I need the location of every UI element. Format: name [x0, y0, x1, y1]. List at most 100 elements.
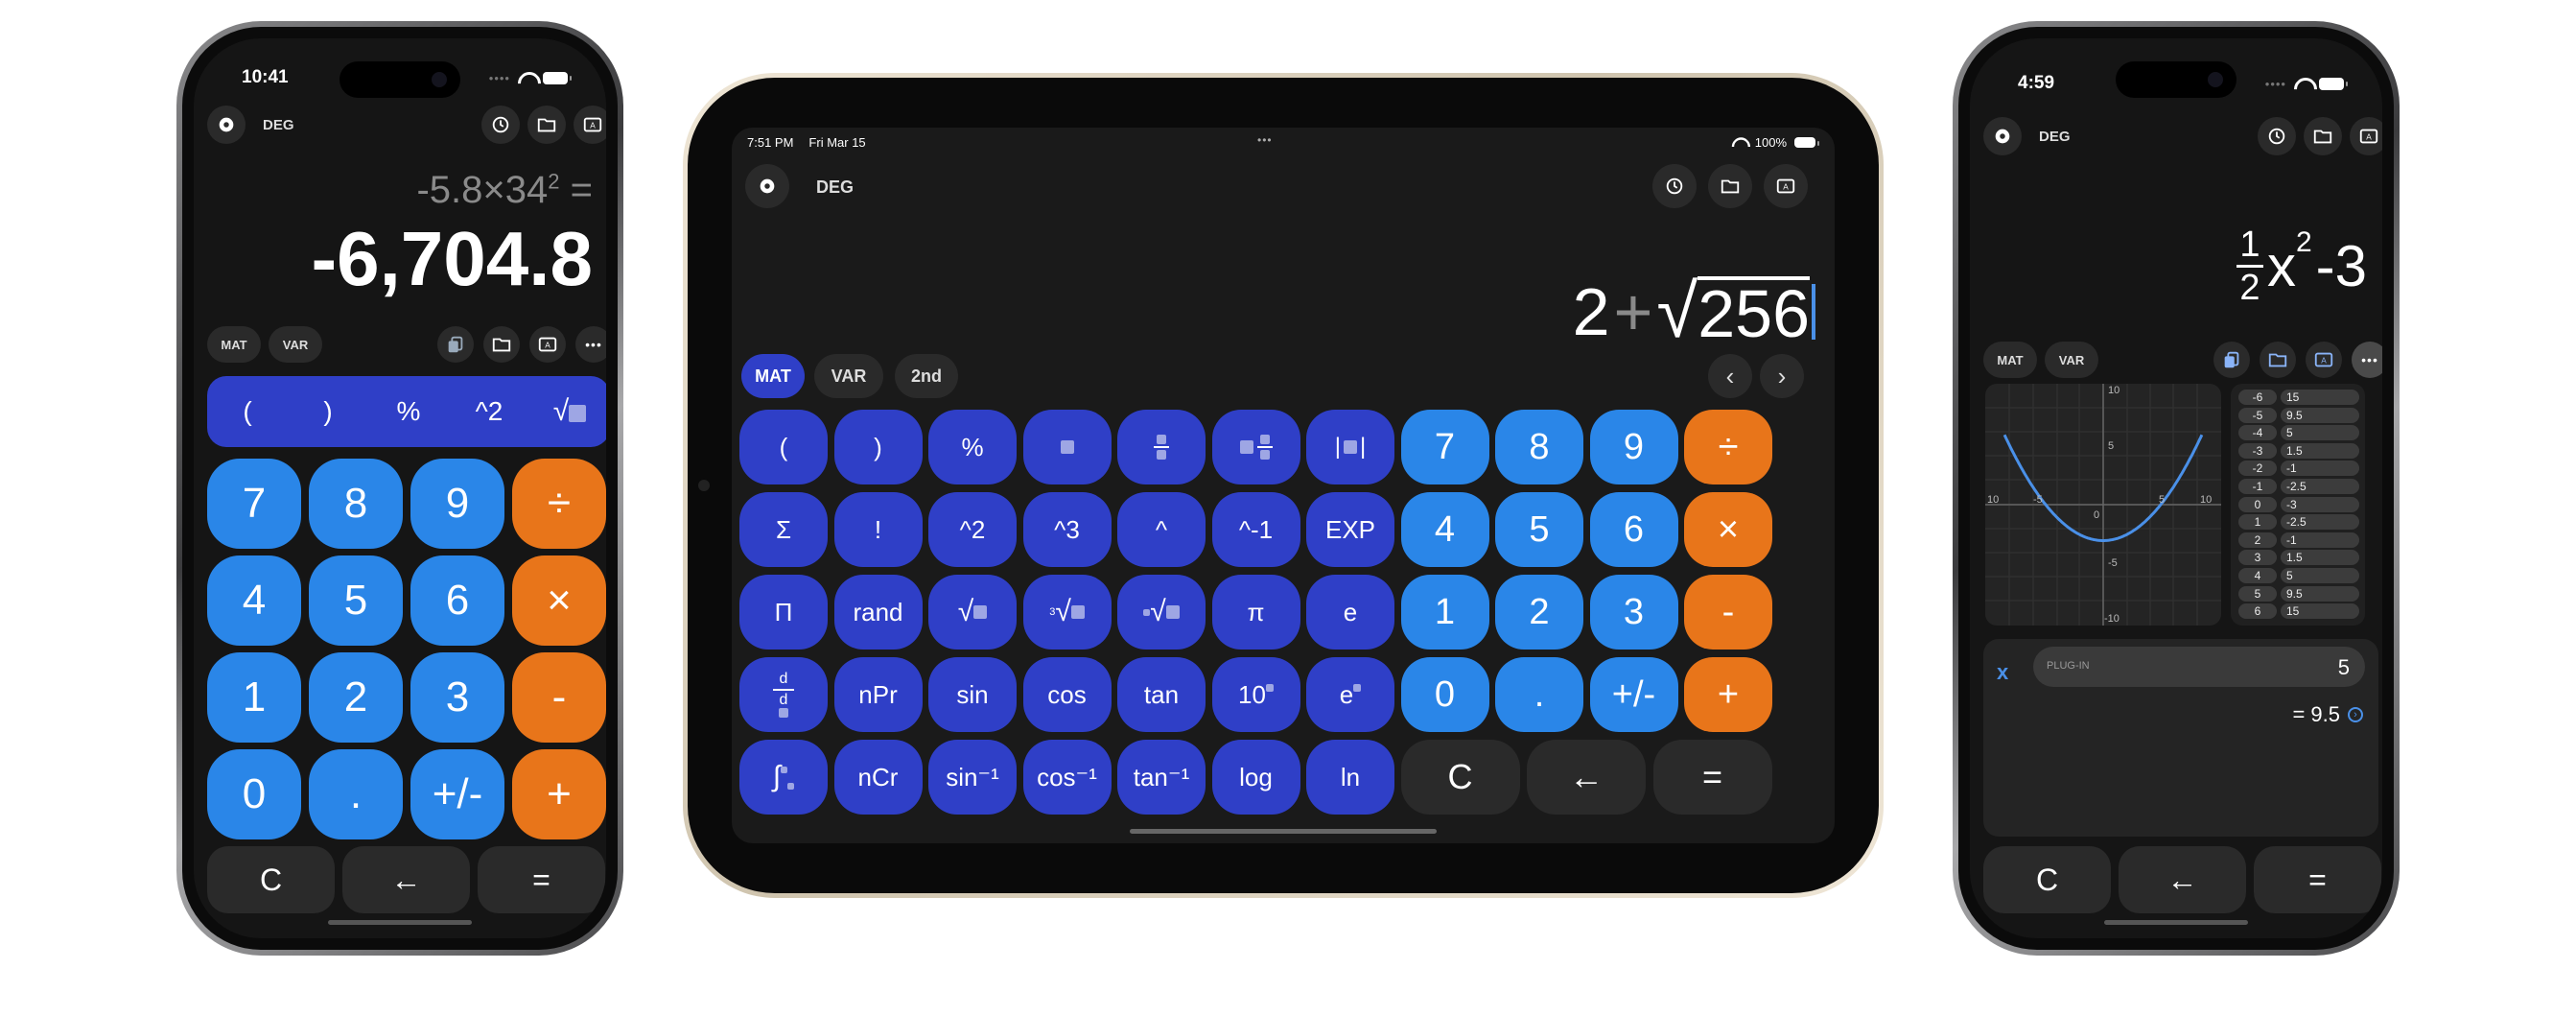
key-8[interactable]: 8	[1495, 410, 1583, 484]
key-tan[interactable]: tan	[1117, 657, 1206, 732]
key-6[interactable]: 6	[410, 555, 504, 646]
key-exp[interactable]: EXP	[1306, 492, 1394, 567]
key-e[interactable]: e	[1306, 575, 1394, 650]
open-folder-button[interactable]	[483, 326, 520, 363]
key-negate[interactable]: +/-	[1589, 657, 1678, 732]
var-button[interactable]: VAR	[814, 354, 883, 398]
key-5[interactable]: 5	[309, 555, 403, 646]
text-button[interactable]: A	[2306, 342, 2342, 378]
mat-button[interactable]: MAT	[207, 326, 261, 363]
key-4[interactable]: 4	[1400, 492, 1489, 567]
key-2[interactable]: 2	[309, 652, 403, 743]
settings-button[interactable]	[745, 164, 789, 208]
key-multiply[interactable]: ×	[1684, 492, 1772, 567]
key-minus[interactable]: -	[1684, 575, 1772, 650]
key-pi[interactable]: π	[1211, 575, 1300, 650]
key-1[interactable]: ^-1	[1211, 492, 1300, 567]
clear-button[interactable]: C	[1400, 740, 1520, 815]
value-table[interactable]: -6 15 -5 9.5 -4 5 -3 1.5 -2 -1 -1 -2.5 0 -3 1 -2.5 2 -1 3 1…	[2231, 384, 2365, 626]
key-1[interactable]: 1	[207, 652, 301, 743]
key-op-3[interactable]: +	[512, 749, 606, 839]
key-8[interactable]: 8	[309, 459, 403, 549]
key-cos[interactable]: cos⁻¹	[1022, 740, 1112, 815]
key-1[interactable]: 1	[1400, 575, 1489, 650]
key-6[interactable]: 6	[1589, 492, 1678, 567]
angle-mode[interactable]: DEG	[263, 117, 294, 133]
keyboard-mode-button[interactable]: A	[1764, 164, 1808, 208]
history-button[interactable]	[2258, 117, 2296, 155]
key-close-paren[interactable]: )	[288, 376, 368, 447]
key-percent[interactable]: %	[928, 410, 1017, 484]
history-button[interactable]	[481, 106, 520, 144]
key-percent[interactable]: %	[368, 376, 449, 447]
key-9[interactable]: 9	[1589, 410, 1678, 484]
backspace-button[interactable]: ←	[2119, 846, 2246, 913]
key-rand[interactable]: rand	[833, 575, 923, 650]
key-0[interactable]: 0	[207, 749, 301, 839]
key-[interactable]: .	[309, 749, 403, 839]
multitasking-dots[interactable]: •••	[1257, 133, 1273, 147]
key-absolute-value[interactable]: | |	[1306, 410, 1394, 484]
angle-mode[interactable]: DEG	[816, 177, 854, 198]
keyboard-mode-button[interactable]: A	[2350, 117, 2382, 155]
folder-button[interactable]	[2304, 117, 2342, 155]
key-op-2[interactable]: -	[512, 652, 606, 743]
cursor-left-button[interactable]: ‹	[1708, 354, 1752, 398]
key-op-0[interactable]: ÷	[512, 459, 606, 549]
folder-button[interactable]	[527, 106, 566, 144]
key-open-paren[interactable]: (	[739, 410, 828, 484]
copy-button[interactable]	[2213, 342, 2250, 378]
key-9[interactable]: 9	[410, 459, 504, 549]
var-button[interactable]: VAR	[269, 326, 322, 363]
mat-button[interactable]: MAT	[741, 354, 805, 398]
key-mixed-fraction[interactable]	[1211, 410, 1300, 484]
function-graph[interactable]: 10 5 0 -5 -10 10 -5 5 10	[1985, 384, 2221, 626]
clear-button[interactable]: C	[207, 846, 335, 913]
key-factorial[interactable]: !	[833, 492, 923, 567]
key-op-1[interactable]: ×	[512, 555, 606, 646]
key-open-paren[interactable]: (	[207, 376, 288, 447]
text-button[interactable]: A	[529, 326, 566, 363]
key-product[interactable]: Π	[739, 575, 828, 650]
key-5[interactable]: 5	[1495, 492, 1583, 567]
key-[interactable]: ^	[1117, 492, 1206, 567]
angle-mode[interactable]: DEG	[2039, 129, 2071, 145]
clear-button[interactable]: C	[1983, 846, 2111, 913]
key-ln[interactable]: ln	[1306, 740, 1394, 815]
key-7[interactable]: 7	[207, 459, 301, 549]
key-sin[interactable]: sin	[928, 657, 1017, 732]
key-nth-root[interactable]: √	[1117, 575, 1206, 650]
copy-button[interactable]	[437, 326, 474, 363]
backspace-button[interactable]: ←	[1527, 740, 1646, 815]
key-3[interactable]: 3	[410, 652, 504, 743]
more-button[interactable]: •••	[575, 326, 606, 363]
more-button[interactable]: •••	[2352, 342, 2382, 378]
key-4[interactable]: 4	[207, 555, 301, 646]
equals-button[interactable]: =	[478, 846, 605, 913]
settings-button[interactable]	[207, 106, 246, 144]
key-ten-power[interactable]: 10	[1211, 657, 1300, 732]
key-cube-root[interactable]: 3 √	[1022, 575, 1112, 650]
key-2[interactable]: ^2	[928, 492, 1017, 567]
equals-button[interactable]: =	[2254, 846, 2381, 913]
backspace-button[interactable]: ←	[342, 846, 470, 913]
key-2[interactable]: 2	[1495, 575, 1583, 650]
key-tan[interactable]: tan⁻¹	[1117, 740, 1206, 815]
key-close-paren[interactable]: )	[833, 410, 923, 484]
key-sin[interactable]: sin⁻¹	[928, 740, 1017, 815]
key-ncr[interactable]: nCr	[833, 740, 923, 815]
key-square[interactable]: ^2	[449, 376, 529, 447]
open-folder-button[interactable]	[2260, 342, 2296, 378]
key-decimal[interactable]: .	[1495, 657, 1583, 732]
key-sqrt[interactable]: √	[529, 376, 606, 447]
second-button[interactable]: 2nd	[895, 354, 958, 398]
key-sqrt[interactable]: √	[928, 575, 1017, 650]
settings-button[interactable]	[1983, 117, 2022, 155]
cursor-right-button[interactable]: ›	[1760, 354, 1804, 398]
key-[interactable]: +/-	[410, 749, 504, 839]
key-divide[interactable]: ÷	[1684, 410, 1772, 484]
key-log[interactable]: log	[1211, 740, 1300, 815]
key-0[interactable]: 0	[1400, 657, 1489, 732]
key-3[interactable]: 3	[1589, 575, 1678, 650]
keyboard-mode-button[interactable]: A	[574, 106, 606, 144]
